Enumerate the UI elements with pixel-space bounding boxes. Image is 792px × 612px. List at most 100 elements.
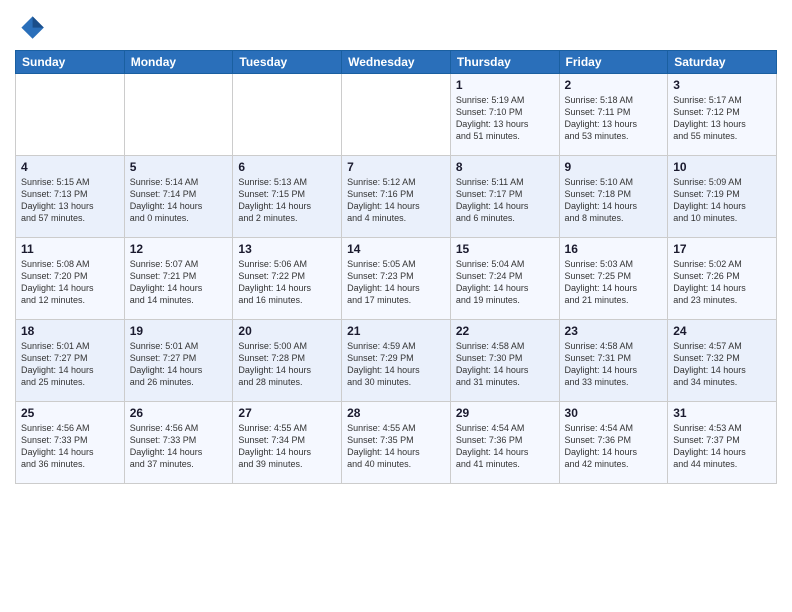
logo-icon [15, 10, 47, 42]
day-number: 22 [456, 324, 554, 338]
day-cell-28: 28 Sunrise: 4:55 AM Sunset: 7:35 PM Dayli… [342, 402, 451, 484]
day-cell-18: 18 Sunrise: 5:01 AM Sunset: 7:27 PM Dayli… [16, 320, 125, 402]
day-number: 15 [456, 242, 554, 256]
day-number: 19 [130, 324, 228, 338]
day-info: Sunrise: 5:01 AM Sunset: 7:27 PM Dayligh… [130, 340, 228, 389]
day-info: Sunrise: 5:12 AM Sunset: 7:16 PM Dayligh… [347, 176, 445, 225]
empty-cell [16, 74, 125, 156]
day-number: 25 [21, 406, 119, 420]
day-cell-5: 5 Sunrise: 5:14 AM Sunset: 7:14 PM Daylig… [124, 156, 233, 238]
day-info: Sunrise: 4:53 AM Sunset: 7:37 PM Dayligh… [673, 422, 771, 471]
week-row-3: 11Sunrise: 5:08 AM Sunset: 7:20 PM Dayli… [16, 238, 777, 320]
day-cell-12: 12 Sunrise: 5:07 AM Sunset: 7:21 PM Dayli… [124, 238, 233, 320]
day-number: 1 [456, 78, 554, 92]
day-info: Sunrise: 5:15 AM Sunset: 7:13 PM Dayligh… [21, 176, 119, 225]
day-cell-26: 26 Sunrise: 4:56 AM Sunset: 7:33 PM Dayli… [124, 402, 233, 484]
day-info: Sunrise: 5:11 AM Sunset: 7:17 PM Dayligh… [456, 176, 554, 225]
day-info: Sunrise: 5:00 AM Sunset: 7:28 PM Dayligh… [238, 340, 336, 389]
page: SundayMondayTuesdayWednesdayThursdayFrid… [0, 0, 792, 612]
weekday-header-row: SundayMondayTuesdayWednesdayThursdayFrid… [16, 51, 777, 74]
weekday-header-thursday: Thursday [450, 51, 559, 74]
day-info: Sunrise: 5:13 AM Sunset: 7:15 PM Dayligh… [238, 176, 336, 225]
day-info: Sunrise: 4:54 AM Sunset: 7:36 PM Dayligh… [565, 422, 663, 471]
day-cell-10: 10Sunrise: 5:09 AM Sunset: 7:19 PM Dayli… [668, 156, 777, 238]
day-number: 30 [565, 406, 663, 420]
day-number: 6 [238, 160, 336, 174]
day-number: 9 [565, 160, 663, 174]
empty-cell [124, 74, 233, 156]
day-info: Sunrise: 5:14 AM Sunset: 7:14 PM Dayligh… [130, 176, 228, 225]
weekday-header-sunday: Sunday [16, 51, 125, 74]
day-cell-17: 17 Sunrise: 5:02 AM Sunset: 7:26 PM Dayli… [668, 238, 777, 320]
day-info: Sunrise: 4:58 AM Sunset: 7:30 PM Dayligh… [456, 340, 554, 389]
weekday-header-monday: Monday [124, 51, 233, 74]
day-cell-23: 23Sunrise: 4:58 AM Sunset: 7:31 PM Dayli… [559, 320, 668, 402]
day-cell-7: 7 Sunrise: 5:12 AM Sunset: 7:16 PM Daylig… [342, 156, 451, 238]
day-info: Sunrise: 5:17 AM Sunset: 7:12 PM Dayligh… [673, 94, 771, 143]
day-number: 28 [347, 406, 445, 420]
day-cell-22: 22 Sunrise: 4:58 AM Sunset: 7:30 PM Dayli… [450, 320, 559, 402]
week-row-4: 18 Sunrise: 5:01 AM Sunset: 7:27 PM Dayli… [16, 320, 777, 402]
day-info: Sunrise: 4:55 AM Sunset: 7:35 PM Dayligh… [347, 422, 445, 471]
day-info: Sunrise: 5:07 AM Sunset: 7:21 PM Dayligh… [130, 258, 228, 307]
day-number: 18 [21, 324, 119, 338]
day-info: Sunrise: 5:18 AM Sunset: 7:11 PM Dayligh… [565, 94, 663, 143]
day-info: Sunrise: 5:08 AM Sunset: 7:20 PM Dayligh… [21, 258, 119, 307]
day-number: 4 [21, 160, 119, 174]
week-row-2: 4 Sunrise: 5:15 AM Sunset: 7:13 PM Daylig… [16, 156, 777, 238]
day-cell-30: 30 Sunrise: 4:54 AM Sunset: 7:36 PM Dayli… [559, 402, 668, 484]
day-cell-4: 4 Sunrise: 5:15 AM Sunset: 7:13 PM Daylig… [16, 156, 125, 238]
day-number: 20 [238, 324, 336, 338]
day-info: Sunrise: 5:05 AM Sunset: 7:23 PM Dayligh… [347, 258, 445, 307]
day-number: 27 [238, 406, 336, 420]
day-number: 21 [347, 324, 445, 338]
day-cell-8: 8 Sunrise: 5:11 AM Sunset: 7:17 PM Daylig… [450, 156, 559, 238]
day-info: Sunrise: 5:03 AM Sunset: 7:25 PM Dayligh… [565, 258, 663, 307]
empty-cell [342, 74, 451, 156]
day-info: Sunrise: 4:56 AM Sunset: 7:33 PM Dayligh… [21, 422, 119, 471]
day-cell-14: 14 Sunrise: 5:05 AM Sunset: 7:23 PM Dayli… [342, 238, 451, 320]
day-cell-21: 21Sunrise: 4:59 AM Sunset: 7:29 PM Dayli… [342, 320, 451, 402]
weekday-header-friday: Friday [559, 51, 668, 74]
week-row-1: 1 Sunrise: 5:19 AM Sunset: 7:10 PM Daylig… [16, 74, 777, 156]
day-number: 16 [565, 242, 663, 256]
day-cell-16: 16 Sunrise: 5:03 AM Sunset: 7:25 PM Dayli… [559, 238, 668, 320]
day-info: Sunrise: 5:01 AM Sunset: 7:27 PM Dayligh… [21, 340, 119, 389]
day-info: Sunrise: 4:54 AM Sunset: 7:36 PM Dayligh… [456, 422, 554, 471]
day-cell-27: 27 Sunrise: 4:55 AM Sunset: 7:34 PM Dayli… [233, 402, 342, 484]
day-info: Sunrise: 4:56 AM Sunset: 7:33 PM Dayligh… [130, 422, 228, 471]
day-number: 12 [130, 242, 228, 256]
day-number: 13 [238, 242, 336, 256]
day-number: 8 [456, 160, 554, 174]
day-cell-1: 1 Sunrise: 5:19 AM Sunset: 7:10 PM Daylig… [450, 74, 559, 156]
day-info: Sunrise: 5:19 AM Sunset: 7:10 PM Dayligh… [456, 94, 554, 143]
header [15, 10, 777, 42]
day-info: Sunrise: 4:55 AM Sunset: 7:34 PM Dayligh… [238, 422, 336, 471]
day-info: Sunrise: 5:10 AM Sunset: 7:18 PM Dayligh… [565, 176, 663, 225]
day-cell-11: 11Sunrise: 5:08 AM Sunset: 7:20 PM Dayli… [16, 238, 125, 320]
week-row-5: 25 Sunrise: 4:56 AM Sunset: 7:33 PM Dayli… [16, 402, 777, 484]
day-info: Sunrise: 5:06 AM Sunset: 7:22 PM Dayligh… [238, 258, 336, 307]
day-cell-19: 19 Sunrise: 5:01 AM Sunset: 7:27 PM Dayli… [124, 320, 233, 402]
day-number: 3 [673, 78, 771, 92]
day-number: 5 [130, 160, 228, 174]
calendar-table: SundayMondayTuesdayWednesdayThursdayFrid… [15, 50, 777, 484]
day-number: 14 [347, 242, 445, 256]
day-cell-24: 24Sunrise: 4:57 AM Sunset: 7:32 PM Dayli… [668, 320, 777, 402]
day-number: 23 [565, 324, 663, 338]
day-cell-2: 2 Sunrise: 5:18 AM Sunset: 7:11 PM Daylig… [559, 74, 668, 156]
day-number: 26 [130, 406, 228, 420]
day-number: 7 [347, 160, 445, 174]
day-cell-20: 20 Sunrise: 5:00 AM Sunset: 7:28 PM Dayli… [233, 320, 342, 402]
empty-cell [233, 74, 342, 156]
day-cell-25: 25 Sunrise: 4:56 AM Sunset: 7:33 PM Dayli… [16, 402, 125, 484]
day-number: 17 [673, 242, 771, 256]
day-cell-6: 6 Sunrise: 5:13 AM Sunset: 7:15 PM Daylig… [233, 156, 342, 238]
logo [15, 10, 51, 42]
day-info: Sunrise: 5:09 AM Sunset: 7:19 PM Dayligh… [673, 176, 771, 225]
day-cell-13: 13 Sunrise: 5:06 AM Sunset: 7:22 PM Dayli… [233, 238, 342, 320]
day-cell-9: 9 Sunrise: 5:10 AM Sunset: 7:18 PM Daylig… [559, 156, 668, 238]
day-number: 2 [565, 78, 663, 92]
day-info: Sunrise: 5:02 AM Sunset: 7:26 PM Dayligh… [673, 258, 771, 307]
day-number: 24 [673, 324, 771, 338]
